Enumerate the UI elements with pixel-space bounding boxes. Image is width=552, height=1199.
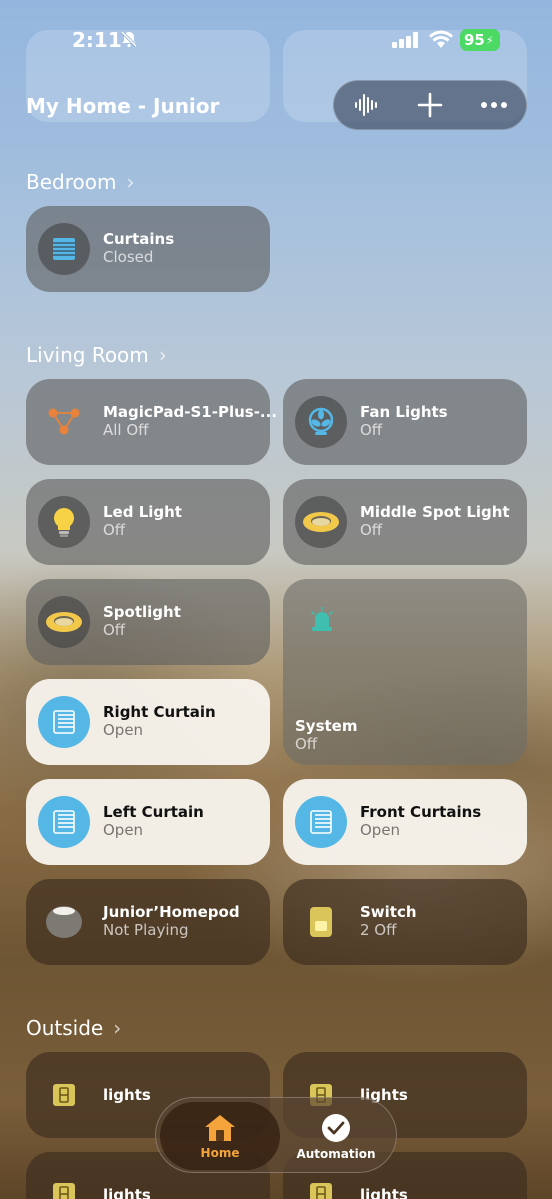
- battery-indicator: 95 ⚡: [460, 29, 500, 51]
- switch-icon: [295, 896, 347, 948]
- waveform-icon: [355, 94, 377, 116]
- wifi-icon: [429, 30, 453, 48]
- accessory-tile-switch[interactable]: Switch 2 Off: [283, 879, 527, 965]
- accessory-tile-front-curtains[interactable]: Front Curtains Open: [283, 779, 527, 865]
- status-time: 2:11: [72, 28, 122, 52]
- section-bedroom[interactable]: Bedroom ›: [26, 170, 134, 194]
- siri-voice-button[interactable]: [344, 83, 388, 127]
- accessory-tile-system[interactable]: System Off: [283, 579, 527, 765]
- chevron-right-icon: ›: [113, 1016, 122, 1040]
- accessory-tile-led-light[interactable]: Led Light Off: [26, 479, 270, 565]
- tab-home[interactable]: Home: [160, 1102, 280, 1170]
- tile-status: Not Playing: [103, 921, 189, 939]
- chevron-right-icon: ›: [126, 170, 135, 194]
- tile-status: Off: [360, 421, 383, 439]
- tile-name: lights: [103, 1086, 151, 1104]
- curtain-icon: [295, 796, 347, 848]
- section-title: Bedroom: [26, 170, 117, 194]
- silent-bell-icon: [120, 30, 138, 48]
- ellipsis-icon: [481, 102, 507, 108]
- downlight-icon: [38, 596, 90, 648]
- tile-status: Off: [103, 521, 126, 539]
- tab-label: Automation: [296, 1146, 376, 1161]
- tile-name: lights: [360, 1186, 408, 1199]
- tile-status: Closed: [103, 248, 154, 266]
- tile-name: Switch: [360, 903, 417, 921]
- tile-status: All Off: [103, 421, 149, 439]
- switch-icon: [38, 1069, 90, 1121]
- chevron-right-icon: ›: [158, 343, 167, 367]
- tile-name: Curtains: [103, 230, 175, 248]
- tile-name: Led Light: [103, 503, 182, 521]
- curtain-icon: [38, 696, 90, 748]
- tile-name: System: [295, 717, 358, 735]
- status-bar: 2:11 95 ⚡: [0, 28, 552, 54]
- fan-icon: [295, 396, 347, 448]
- section-title: Outside: [26, 1016, 104, 1040]
- tile-status: Off: [295, 735, 318, 753]
- tile-name: MagicPad-S1-Plus-...: [103, 403, 278, 421]
- tile-status: Open: [103, 721, 144, 739]
- downlight-icon: [295, 496, 347, 548]
- tile-status: Open: [103, 821, 144, 839]
- cellular-signal-icon: [392, 32, 418, 48]
- tile-name: Right Curtain: [103, 703, 216, 721]
- tile-name: Fan Lights: [360, 403, 448, 421]
- accessory-tile-curtains[interactable]: Curtains Closed: [26, 206, 270, 292]
- hub-icon: [38, 396, 90, 448]
- tile-name: Spotlight: [103, 603, 181, 621]
- accessory-tile-magicpad[interactable]: MagicPad-S1-Plus-... All Off: [26, 379, 277, 465]
- section-outside[interactable]: Outside ›: [26, 1016, 121, 1040]
- curtain-icon: [38, 796, 90, 848]
- tile-name: Front Curtains: [360, 803, 482, 821]
- tile-name: lights: [103, 1186, 151, 1199]
- accessory-tile-middle-spot-light[interactable]: Middle Spot Light Off: [283, 479, 527, 565]
- accessory-tile-fan-lights[interactable]: Fan Lights Off: [283, 379, 527, 465]
- tile-status: 2 Off: [360, 921, 397, 939]
- add-button[interactable]: [408, 83, 452, 127]
- tile-status: Off: [103, 621, 126, 639]
- home-title[interactable]: My Home - Junior: [26, 94, 219, 118]
- clock-check-icon: [322, 1113, 350, 1142]
- plus-icon: [417, 92, 443, 118]
- tile-status: Off: [360, 521, 383, 539]
- battery-percent: 95: [464, 31, 485, 49]
- section-title: Living Room: [26, 343, 149, 367]
- homepod-icon: [38, 896, 90, 948]
- accessory-tile-spotlight[interactable]: Spotlight Off: [26, 579, 270, 665]
- curtain-icon: [38, 223, 90, 275]
- more-button[interactable]: [472, 83, 516, 127]
- tab-label: Home: [200, 1145, 240, 1160]
- alarm-siren-icon: [311, 607, 333, 631]
- switch-icon: [38, 1168, 90, 1199]
- tile-status: Open: [360, 821, 401, 839]
- accessory-tile-left-curtain[interactable]: Left Curtain Open: [26, 779, 270, 865]
- tile-name: Junior’Homepod: [103, 903, 240, 921]
- tile-name: Middle Spot Light: [360, 503, 510, 521]
- section-living-room[interactable]: Living Room ›: [26, 343, 167, 367]
- lightbulb-icon: [38, 496, 90, 548]
- house-icon: [205, 1114, 235, 1141]
- accessory-tile-homepod[interactable]: Junior’Homepod Not Playing: [26, 879, 270, 965]
- charging-bolt-icon: ⚡: [485, 33, 494, 47]
- header-toolbar: [333, 80, 527, 130]
- tab-bar: Home Automation: [155, 1097, 397, 1173]
- tile-name: Left Curtain: [103, 803, 204, 821]
- tab-automation[interactable]: Automation: [278, 1102, 394, 1170]
- accessory-tile-right-curtain[interactable]: Right Curtain Open: [26, 679, 270, 765]
